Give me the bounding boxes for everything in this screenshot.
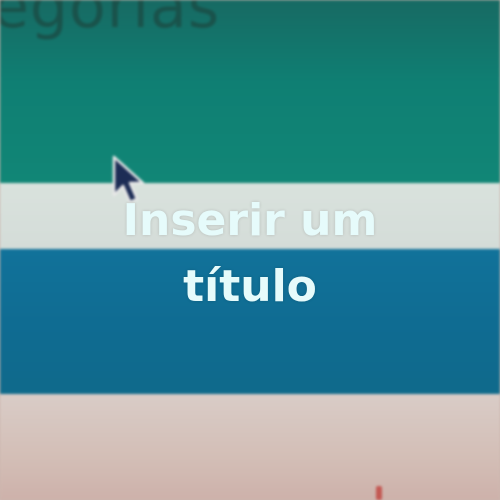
partial-heading: egorias <box>0 0 221 42</box>
bottom-band <box>0 394 500 500</box>
red-mark <box>376 486 382 500</box>
header-band: egorias <box>0 0 500 183</box>
title-line-1: Inserir um <box>122 195 378 246</box>
title-placeholder[interactable]: Inserir um título <box>0 188 500 320</box>
title-line-2: título <box>183 261 317 312</box>
